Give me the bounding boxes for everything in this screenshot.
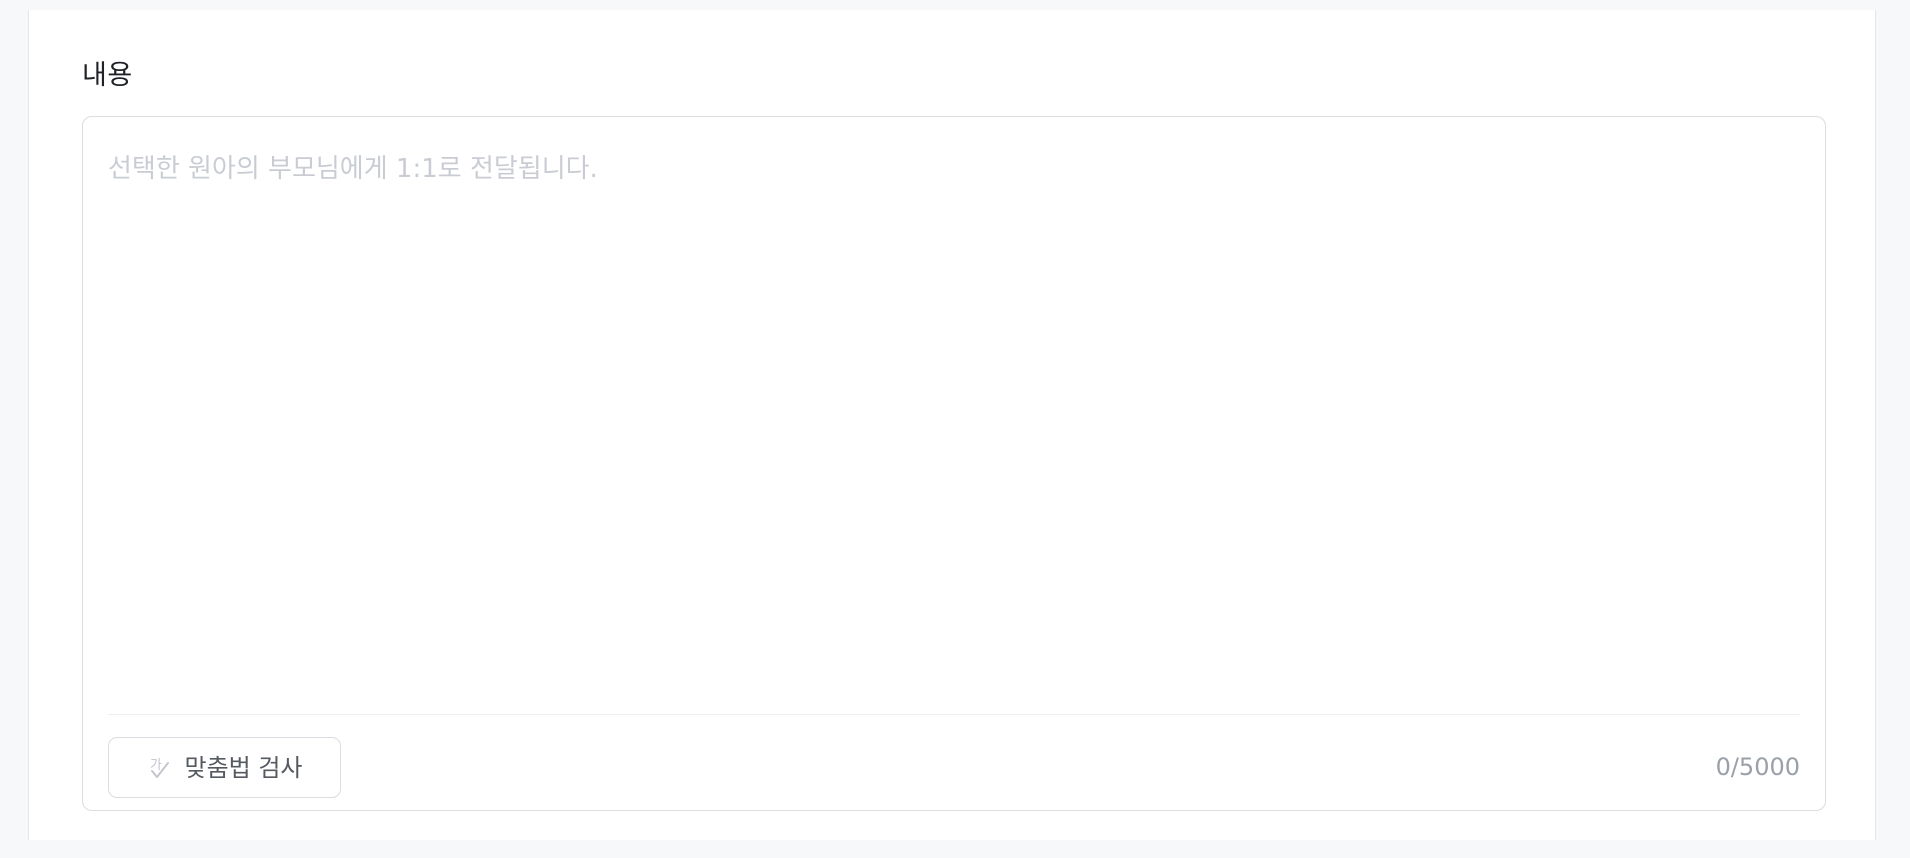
content-textarea[interactable]: [108, 151, 1798, 691]
spellcheck-icon: 가: [146, 753, 176, 783]
character-counter: 0/5000: [1715, 753, 1800, 781]
form-panel: 내용 가 맞춤법 검사 0/5000: [28, 10, 1876, 840]
spellcheck-label: 맞춤법 검사: [184, 753, 303, 782]
editor-divider: [108, 714, 1800, 715]
content-label: 내용: [82, 60, 133, 91]
page: 내용 가 맞춤법 검사 0/5000: [0, 0, 1910, 858]
spellcheck-button[interactable]: 가 맞춤법 검사: [108, 737, 341, 798]
content-editor: 가 맞춤법 검사 0/5000: [82, 116, 1826, 811]
